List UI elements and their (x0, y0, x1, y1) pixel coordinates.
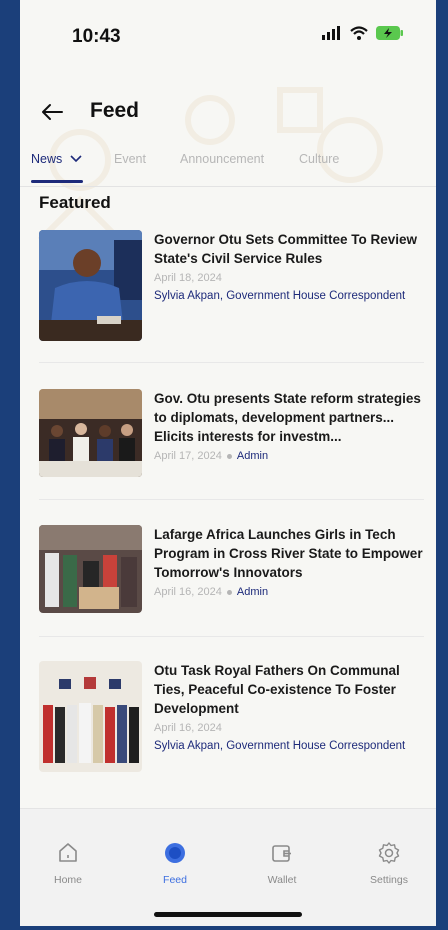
bottom-nav: Home Feed Wallet Settings (20, 808, 436, 926)
article-card[interactable]: Governor Otu Sets Committee To Review St… (39, 230, 424, 342)
chevron-down-icon (70, 155, 82, 163)
article-info: Otu Task Royal Fathers On Communal Ties,… (154, 661, 424, 754)
article-author: Sylvia Akpan, Government House Correspon… (154, 740, 406, 752)
tab-active-indicator (31, 180, 83, 183)
feed-icon (165, 843, 185, 863)
article-headline: Lafarge Africa Launches Girls in Tech Pr… (154, 527, 423, 580)
article-meta: April 16, 2024 Admin (154, 586, 424, 598)
article-headline: Governor Otu Sets Committee To Review St… (154, 232, 418, 266)
nav-settings[interactable]: Settings (359, 841, 419, 886)
divider (39, 636, 424, 637)
status-bar: 10:43 (20, 0, 436, 72)
article-author: Admin (236, 450, 269, 462)
article-author: Sylvia Akpan, Government House Correspon… (154, 290, 406, 302)
article-date: April 17, 2024 (154, 450, 222, 462)
article-thumbnail (39, 230, 142, 341)
nav-feed-label: Feed (163, 874, 187, 886)
page-header: Feed (20, 90, 436, 134)
article-thumbnail (39, 525, 142, 613)
article-info: Governor Otu Sets Committee To Review St… (154, 230, 424, 304)
article-card[interactable]: Gov. Otu presents State reform strategie… (39, 389, 424, 479)
article-info: Lafarge Africa Launches Girls in Tech Pr… (154, 525, 424, 598)
divider (39, 362, 424, 363)
nav-home[interactable]: Home (38, 841, 98, 886)
wifi-icon (350, 26, 368, 40)
article-date: April 16, 2024 (154, 722, 222, 734)
article-meta: April 17, 2024 Admin (154, 450, 424, 462)
article-card[interactable]: Otu Task Royal Fathers On Communal Ties,… (39, 661, 424, 773)
back-arrow-icon[interactable] (38, 98, 66, 126)
home-icon (59, 843, 77, 862)
article-thumbnail (39, 389, 142, 477)
article-headline: Gov. Otu presents State reform strategie… (154, 391, 421, 444)
article-date: April 18, 2024 (154, 272, 222, 284)
page-title: Feed (90, 99, 140, 122)
tab-bar: News Event Announcement Culture (20, 150, 436, 187)
nav-wallet[interactable]: Wallet (252, 841, 312, 886)
phone-screen: 10:43 Feed News Event Announcement Cultu… (20, 0, 436, 926)
article-card[interactable]: Lafarge Africa Launches Girls in Tech Pr… (39, 525, 424, 615)
tab-culture[interactable]: Culture (299, 152, 339, 166)
separator-dot (226, 589, 232, 595)
settings-icon (378, 842, 400, 864)
article-headline: Otu Task Royal Fathers On Communal Ties,… (154, 663, 400, 716)
tab-event[interactable]: Event (114, 152, 146, 166)
nav-home-label: Home (53, 874, 82, 886)
article-info: Gov. Otu presents State reform strategie… (154, 389, 424, 462)
article-thumbnail (39, 661, 142, 772)
nav-wallet-label: Wallet (267, 874, 297, 886)
divider (39, 499, 424, 500)
signal-icon (322, 26, 340, 40)
article-date: April 16, 2024 (154, 586, 222, 598)
separator-dot (226, 453, 232, 459)
nav-feed[interactable]: Feed (145, 841, 205, 886)
tab-announcement[interactable]: Announcement (180, 152, 264, 166)
article-author: Admin (236, 586, 269, 598)
section-title-featured: Featured (39, 193, 111, 212)
status-icons (322, 26, 404, 40)
tab-news[interactable]: News (31, 152, 83, 183)
tab-news-label: News (31, 152, 63, 166)
battery-icon (376, 26, 403, 40)
home-indicator (154, 912, 302, 917)
wallet-icon (272, 845, 291, 862)
nav-settings-label: Settings (370, 874, 408, 886)
status-time: 10:43 (72, 26, 121, 47)
